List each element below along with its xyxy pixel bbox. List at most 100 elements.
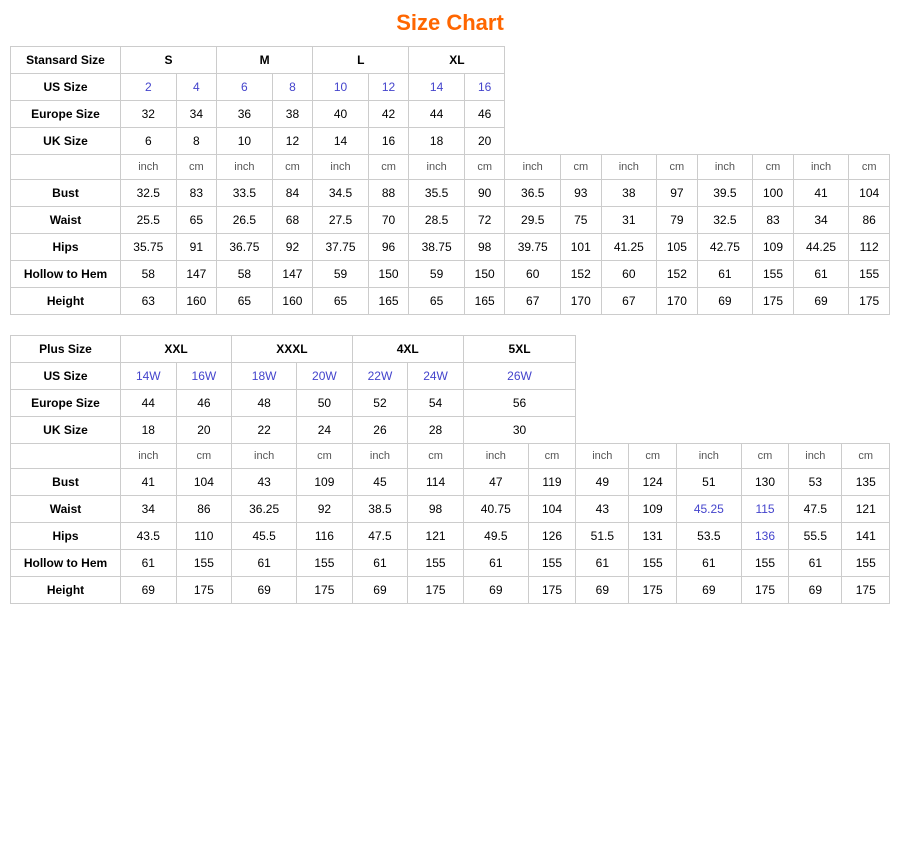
eu-42: 42 xyxy=(368,101,409,128)
eu-44: 44 xyxy=(409,101,465,128)
bust-row: Bust 32.5 83 33.5 84 34.5 88 35.5 90 36.… xyxy=(11,180,890,207)
plus-us-24w: 24W xyxy=(408,363,464,390)
uk-20: 20 xyxy=(464,128,505,155)
plus-bust-row: Bust 41 104 43 109 45 114 47 119 49 124 … xyxy=(11,469,890,496)
us-16: 16 xyxy=(464,74,505,101)
europe-size-row: Europe Size 32 34 36 38 40 42 44 46 xyxy=(11,101,890,128)
plus-uk-label: UK Size xyxy=(11,417,121,444)
4xl-header: 4XL xyxy=(352,336,463,363)
us-10: 10 xyxy=(313,74,369,101)
waist-row: Waist 25.5 65 26.5 68 27.5 70 28.5 72 29… xyxy=(11,207,890,234)
unit-cm-7: cm xyxy=(753,155,794,180)
plus-europe-size-row: Europe Size 44 46 48 50 52 54 56 xyxy=(11,390,890,417)
hollow-to-hem-label: Hollow to Hem xyxy=(11,261,121,288)
plus-bust-label: Bust xyxy=(11,469,121,496)
plus-us-size-label: US Size xyxy=(11,363,121,390)
l-header: L xyxy=(313,47,409,74)
plus-hips-row: Hips 43.5 110 45.5 116 47.5 121 49.5 126… xyxy=(11,523,890,550)
plus-height-label: Height xyxy=(11,577,121,604)
unit-inch-7: inch xyxy=(697,155,753,180)
unit-cm-4: cm xyxy=(464,155,505,180)
uk-size-row: UK Size 6 8 10 12 14 16 18 20 xyxy=(11,128,890,155)
uk-size-label: UK Size xyxy=(11,128,121,155)
plus-us-22w: 22W xyxy=(352,363,408,390)
unit-cm-1: cm xyxy=(176,155,217,180)
plus-table: Plus Size XXL XXXL 4XL 5XL US Size 14W 1… xyxy=(10,335,890,604)
uk-16: 16 xyxy=(368,128,409,155)
standard-table: Stansard Size S M L XL US Size 2 4 6 8 1… xyxy=(10,46,890,315)
us-2: 2 xyxy=(121,74,177,101)
unit-cm-5: cm xyxy=(561,155,602,180)
plus-us-18w: 18W xyxy=(232,363,297,390)
eu-34: 34 xyxy=(176,101,217,128)
us-8: 8 xyxy=(272,74,313,101)
xl-header: XL xyxy=(409,47,505,74)
xxl-header: XXL xyxy=(121,336,232,363)
unit-cm-3: cm xyxy=(368,155,409,180)
plus-us-16w: 16W xyxy=(176,363,232,390)
standard-size-label: Stansard Size xyxy=(11,47,121,74)
uk-8: 8 xyxy=(176,128,217,155)
us-6: 6 xyxy=(217,74,273,101)
eu-46: 46 xyxy=(464,101,505,128)
m-header: M xyxy=(217,47,313,74)
uk-6: 6 xyxy=(121,128,177,155)
unit-inch-4: inch xyxy=(409,155,465,180)
eu-36: 36 xyxy=(217,101,273,128)
plus-hollow-to-hem-row: Hollow to Hem 61 155 61 155 61 155 61 15… xyxy=(11,550,890,577)
bust-label: Bust xyxy=(11,180,121,207)
plus-us-20w: 20W xyxy=(297,363,353,390)
hollow-to-hem-row: Hollow to Hem 58 147 58 147 59 150 59 15… xyxy=(11,261,890,288)
uk-10: 10 xyxy=(217,128,273,155)
standard-size-chart: Stansard Size S M L XL US Size 2 4 6 8 1… xyxy=(10,46,890,315)
us-size-label: US Size xyxy=(11,74,121,101)
s-header: S xyxy=(121,47,217,74)
hips-label: Hips xyxy=(11,234,121,261)
xxxl-header: XXXL xyxy=(232,336,353,363)
plus-units-row: inch cm inch cm inch cm inch cm inch cm … xyxy=(11,444,890,469)
standard-header-row: Stansard Size S M L XL xyxy=(11,47,890,74)
unit-cm-2: cm xyxy=(272,155,313,180)
unit-inch-6: inch xyxy=(601,155,657,180)
height-row: Height 63 160 65 160 65 165 65 165 67 17… xyxy=(11,288,890,315)
plus-height-row: Height 69 175 69 175 69 175 69 175 69 17… xyxy=(11,577,890,604)
unit-inch-5: inch xyxy=(505,155,561,180)
5xl-header: 5XL xyxy=(463,336,575,363)
eu-32: 32 xyxy=(121,101,177,128)
plus-waist-row: Waist 34 86 36.25 92 38.5 98 40.75 104 4… xyxy=(11,496,890,523)
eu-40: 40 xyxy=(313,101,369,128)
plus-us-size-row: US Size 14W 16W 18W 20W 22W 24W 26W xyxy=(11,363,890,390)
units-row: inch cm inch cm inch cm inch cm inch cm … xyxy=(11,155,890,180)
uk-18: 18 xyxy=(409,128,465,155)
us-size-row: US Size 2 4 6 8 10 12 14 16 xyxy=(11,74,890,101)
eu-38: 38 xyxy=(272,101,313,128)
waist-label: Waist xyxy=(11,207,121,234)
plus-us-26w: 26W xyxy=(463,363,575,390)
plus-header-row: Plus Size XXL XXXL 4XL 5XL xyxy=(11,336,890,363)
uk-12: 12 xyxy=(272,128,313,155)
us-14: 14 xyxy=(409,74,465,101)
uk-14: 14 xyxy=(313,128,369,155)
us-12: 12 xyxy=(368,74,409,101)
unit-inch-2: inch xyxy=(217,155,273,180)
unit-cm-8: cm xyxy=(849,155,890,180)
unit-inch-1: inch xyxy=(121,155,177,180)
height-label: Height xyxy=(11,288,121,315)
unit-cm-6: cm xyxy=(657,155,698,180)
unit-inch-8: inch xyxy=(793,155,849,180)
plus-europe-label: Europe Size xyxy=(11,390,121,417)
plus-uk-size-row: UK Size 18 20 22 24 26 28 30 xyxy=(11,417,890,444)
plus-us-14w: 14W xyxy=(121,363,177,390)
us-4: 4 xyxy=(176,74,217,101)
europe-size-label: Europe Size xyxy=(11,101,121,128)
hips-row: Hips 35.75 91 36.75 92 37.75 96 38.75 98… xyxy=(11,234,890,261)
plus-waist-label: Waist xyxy=(11,496,121,523)
units-empty xyxy=(11,155,121,180)
plus-size-label: Plus Size xyxy=(11,336,121,363)
plus-size-chart: Plus Size XXL XXXL 4XL 5XL US Size 14W 1… xyxy=(10,335,890,604)
page-title: Size Chart xyxy=(10,10,890,36)
plus-hips-label: Hips xyxy=(11,523,121,550)
plus-hollow-to-hem-label: Hollow to Hem xyxy=(11,550,121,577)
plus-units-empty xyxy=(11,444,121,469)
unit-inch-3: inch xyxy=(313,155,369,180)
